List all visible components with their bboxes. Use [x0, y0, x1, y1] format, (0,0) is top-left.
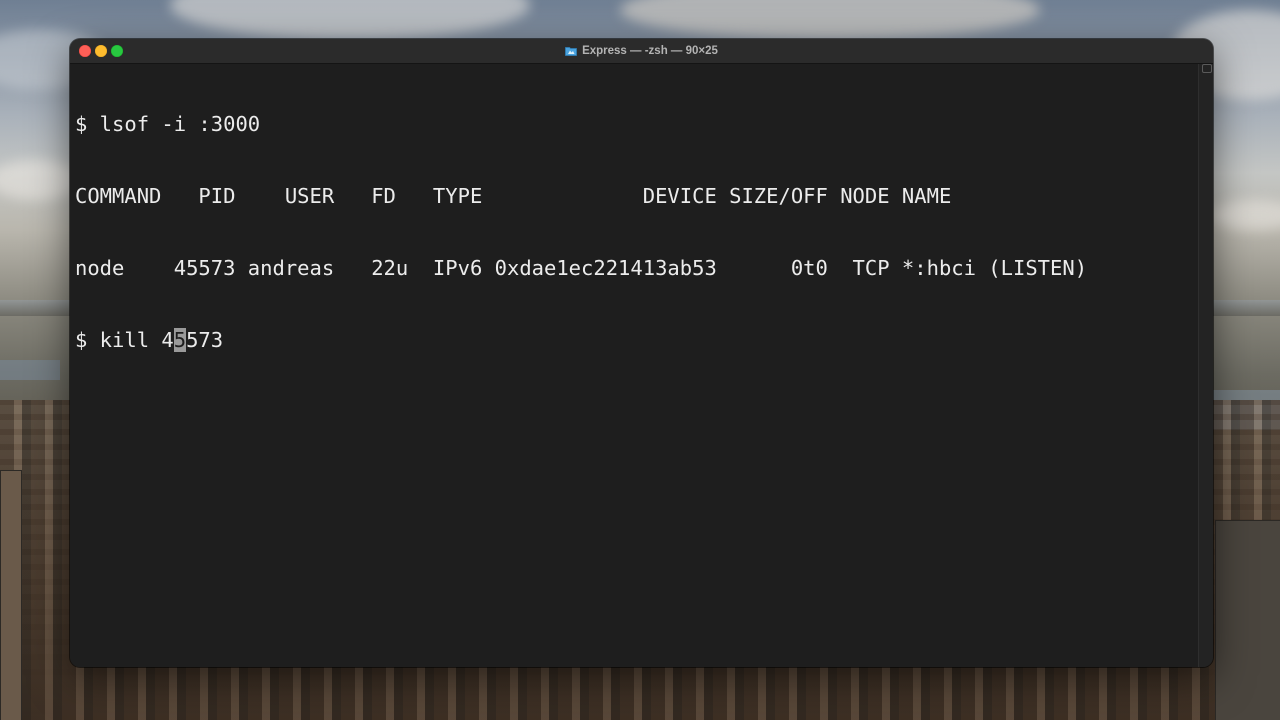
terminal-line: $ lsof -i :3000	[75, 112, 261, 136]
vertical-scrollbar[interactable]	[1198, 64, 1213, 667]
terminal-content[interactable]: $ lsof -i :3000 COMMAND PID USER FD TYPE…	[70, 64, 1213, 667]
command-text: $ kill 4	[75, 328, 174, 352]
text-cursor: 5	[173, 328, 187, 352]
window-title-text: Express — -zsh — 90×25	[582, 45, 718, 57]
command-text: 573	[186, 328, 224, 352]
terminal-output[interactable]: $ lsof -i :3000 COMMAND PID USER FD TYPE…	[75, 64, 1197, 400]
folder-icon	[565, 46, 577, 56]
wallpaper-river	[0, 360, 60, 380]
wallpaper-cloud	[0, 160, 80, 200]
split-pane-icon[interactable]	[1202, 64, 1212, 73]
wallpaper-building	[1215, 520, 1280, 720]
terminal-line: COMMAND PID USER FD TYPE DEVICE SIZE/OFF…	[75, 184, 952, 208]
window-title: Express — -zsh — 90×25	[70, 39, 1213, 63]
wallpaper-cloud	[620, 0, 1040, 40]
terminal-line: node 45573 andreas 22u IPv6 0xdae1ec2214…	[75, 256, 1088, 280]
terminal-input-line[interactable]: $ kill 45573	[75, 328, 1197, 352]
window-titlebar[interactable]: Express — -zsh — 90×25	[70, 39, 1213, 64]
wallpaper-cloud	[170, 0, 530, 40]
wallpaper-building	[0, 470, 22, 720]
terminal-window[interactable]: Express — -zsh — 90×25 $ lsof -i :3000 C…	[70, 39, 1213, 667]
wallpaper-cloud	[1210, 200, 1280, 230]
